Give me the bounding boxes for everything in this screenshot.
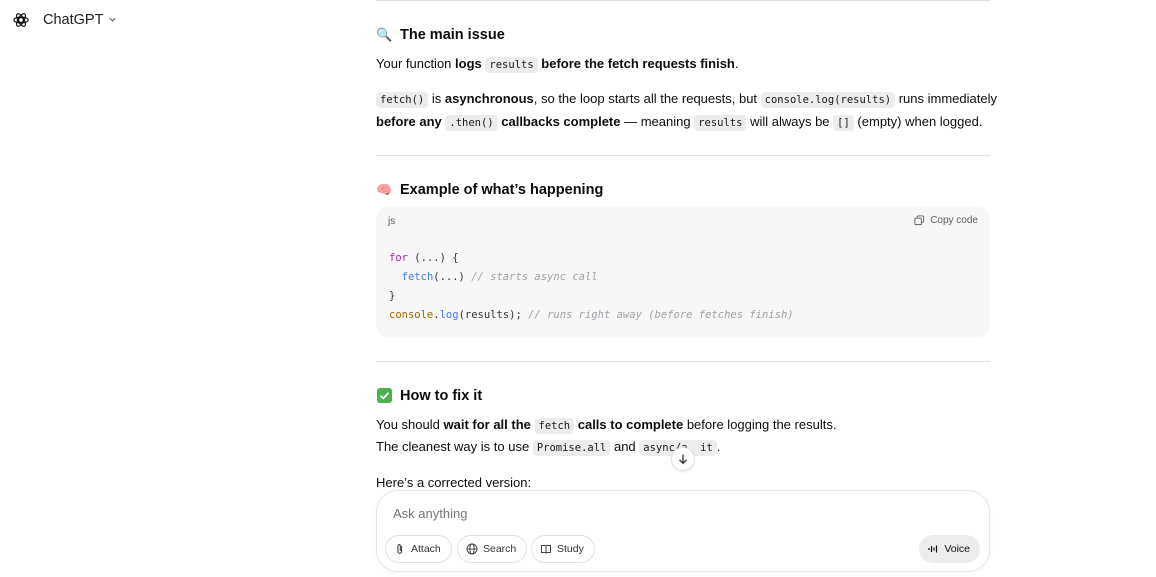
- text: The cleanest way is to use: [376, 439, 533, 454]
- inline-code: results: [485, 57, 538, 73]
- text: runs immediately: [895, 91, 997, 106]
- bold-text: wait for all the: [443, 417, 531, 432]
- text: .: [716, 439, 721, 454]
- paragraph-line: before any .then() callbacks complete — …: [376, 110, 982, 135]
- waveform-icon: [928, 545, 938, 553]
- code-token: (...) {: [407, 252, 459, 264]
- inline-code: fetch: [534, 418, 575, 434]
- copy-code-label: Copy code: [930, 215, 978, 226]
- bold-text: calls to complete: [574, 417, 684, 432]
- code-line: console.log(results); // runs right away…: [389, 306, 794, 325]
- inline-code: Promise.all: [532, 440, 611, 456]
- paperclip-icon: [397, 544, 403, 554]
- inline-code: console.log(results): [760, 92, 896, 108]
- text: will always be: [746, 114, 834, 129]
- section-heading-main-issue: 🔍 The main issue: [376, 26, 505, 43]
- bold-text: before any: [376, 114, 442, 129]
- inline-code: []: [833, 115, 854, 131]
- code-token: for: [389, 252, 408, 264]
- code-token: console: [389, 309, 434, 321]
- heading-text: The main issue: [400, 26, 505, 43]
- text: You should: [376, 417, 444, 432]
- arrow-down-icon: [679, 454, 687, 465]
- section-heading-fix: How to fix it: [376, 387, 482, 404]
- scroll-to-bottom-button[interactable]: [671, 447, 695, 471]
- globe-icon: [466, 543, 478, 555]
- voice-button[interactable]: Voice: [919, 535, 980, 563]
- divider: [376, 155, 990, 156]
- copy-code-button[interactable]: Copy code: [914, 215, 978, 226]
- brain-emoji-icon: 🧠: [376, 181, 393, 197]
- code-comment: // starts async call: [471, 271, 598, 283]
- code-token: log: [439, 309, 459, 321]
- search-label: Search: [483, 543, 517, 555]
- book-icon: [541, 545, 551, 554]
- paragraph: Your function logs results before the fe…: [376, 52, 739, 77]
- check-emoji-icon: [376, 387, 393, 404]
- model-name: ChatGPT: [43, 12, 104, 28]
- message-composer: Attach Search Study Voice: [376, 490, 990, 572]
- attach-button[interactable]: Attach: [385, 535, 452, 563]
- text: before logging the results.: [683, 417, 837, 432]
- paragraph: The cleanest way is to use Promise.all a…: [376, 435, 720, 460]
- heading-text: How to fix it: [400, 387, 483, 404]
- bold-text: callbacks complete: [497, 114, 621, 129]
- study-button[interactable]: Study: [531, 535, 595, 563]
- bold-text: before the fetch requests finish: [541, 56, 735, 71]
- code-content: for (...) { fetch(...) // starts async c…: [389, 249, 794, 325]
- code-line: }: [389, 287, 794, 306]
- code-language-label: js: [388, 216, 396, 227]
- text: is: [428, 91, 445, 106]
- divider: [376, 361, 990, 362]
- code-token: }: [389, 290, 396, 302]
- text: (empty) when logged.: [853, 114, 983, 129]
- inline-code: results: [694, 115, 747, 131]
- paragraph: fetch() is asynchronous, so the loop sta…: [376, 87, 997, 112]
- model-selector[interactable]: ChatGPT: [43, 12, 117, 28]
- magnifier-emoji-icon: 🔍: [376, 26, 393, 42]
- study-label: Study: [557, 543, 584, 555]
- text: and: [610, 439, 640, 454]
- copy-icon: [914, 215, 925, 226]
- chevron-down-icon: [108, 15, 117, 26]
- heading-text: Example of what’s happening: [400, 181, 604, 198]
- divider: [376, 0, 990, 1]
- bold-text: logs: [455, 56, 482, 71]
- inline-code: fetch(): [376, 92, 429, 108]
- code-comment: // runs right away (before fetches finis…: [528, 309, 794, 321]
- code-token: (...): [433, 271, 472, 283]
- text: Your function: [376, 56, 456, 71]
- code-line: for (...) {: [389, 249, 794, 268]
- openai-logo-icon[interactable]: [12, 11, 30, 29]
- text: — meaning: [620, 114, 695, 129]
- text: , so the loop starts all the requests, b…: [533, 91, 761, 106]
- inline-code: .then(): [445, 115, 498, 131]
- top-bar: ChatGPT: [12, 9, 117, 31]
- section-heading-example: 🧠 Example of what’s happening: [376, 181, 603, 198]
- voice-label: Voice: [944, 543, 970, 555]
- code-line: fetch(...) // starts async call: [389, 268, 794, 287]
- search-button[interactable]: Search: [457, 535, 528, 563]
- code-block: js Copy code for (...) { fetch(...) // s…: [376, 207, 990, 337]
- code-token: fetch: [401, 271, 434, 283]
- message-input[interactable]: [393, 506, 893, 521]
- attach-label: Attach: [411, 543, 441, 555]
- bold-text: asynchronous: [444, 91, 534, 106]
- code-token: (results);: [458, 309, 529, 321]
- text: .: [734, 56, 739, 71]
